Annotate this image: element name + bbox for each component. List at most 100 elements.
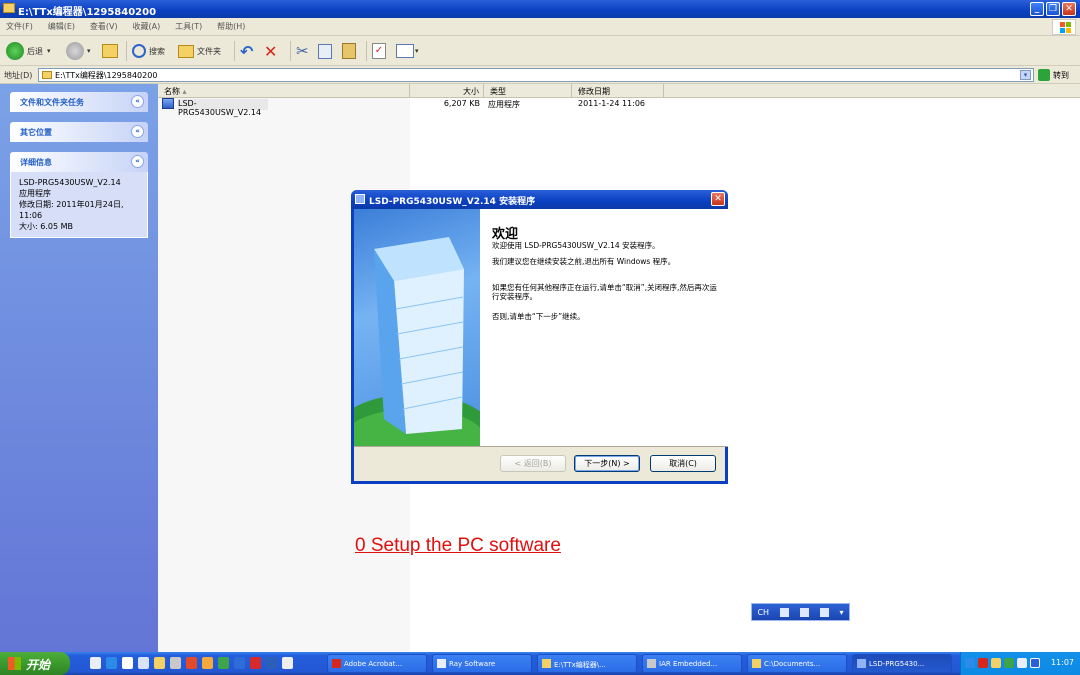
setup-caption-link[interactable]: 0 Setup the PC software — [355, 535, 561, 557]
language-label[interactable]: CH — [757, 608, 769, 617]
menu-view[interactable]: 查看(V) — [84, 18, 124, 32]
quicklaunch-icon[interactable] — [170, 657, 181, 669]
panel-details[interactable]: 详细信息 « LSD-PRG5430USW_V2.14 应用程序 修改日期: 2… — [10, 152, 148, 238]
panel-title: 文件和文件夹任务 — [20, 98, 84, 107]
folders-icon — [178, 44, 194, 58]
panel-header[interactable]: 文件和文件夹任务 « — [10, 92, 148, 112]
word-quicklaunch-icon[interactable] — [266, 657, 277, 669]
help-icon[interactable] — [819, 607, 829, 617]
details-time: 11:06 — [19, 211, 43, 220]
forward-button[interactable]: ▾ — [66, 41, 91, 61]
tray-icon[interactable] — [1017, 658, 1027, 668]
column-header-size[interactable]: 大小 — [410, 84, 484, 98]
cancel-instruction-text: 如果您有任何其他程序正在运行,请单击“取消”,关闭程序,然后再次运行安装程序。 — [492, 283, 717, 301]
back-button[interactable]: 后退 ▾ — [6, 41, 51, 61]
quicklaunch-icon[interactable] — [202, 657, 213, 669]
panel-title: 其它位置 — [20, 128, 52, 137]
menu-help[interactable]: 帮助(H) — [211, 18, 251, 32]
chevron-down-icon[interactable]: ▾ — [415, 47, 419, 55]
panel-other-places[interactable]: 其它位置 « — [10, 122, 148, 142]
go-button[interactable]: 转到 — [1038, 68, 1069, 82]
file-row-name[interactable]: LSD-PRG5430USW_V2.14 — [178, 99, 268, 117]
dialog-content: 欢迎 欢迎使用 LSD-PRG5430USW_V2.14 安装程序。 我们建议您… — [480, 209, 728, 446]
minimize-button[interactable]: _ — [1030, 2, 1044, 16]
tray-icon[interactable] — [978, 658, 988, 668]
tray-icon[interactable] — [1004, 658, 1014, 668]
desktop-quicklaunch-icon[interactable] — [90, 657, 101, 669]
quicklaunch-icon[interactable] — [122, 657, 133, 669]
acrobat-icon — [332, 659, 341, 668]
dialog-close-button[interactable]: ✕ — [711, 192, 725, 206]
quicklaunch-icon[interactable] — [282, 657, 293, 669]
up-folder-button[interactable] — [102, 41, 118, 61]
column-header-type[interactable]: 类型 — [484, 84, 572, 98]
folder-icon — [42, 71, 52, 79]
tray-icon[interactable] — [965, 658, 975, 668]
menu-edit[interactable]: 编辑(E) — [42, 18, 81, 32]
properties-icon[interactable]: ✓ — [372, 41, 386, 61]
clock[interactable]: 11:07 — [1051, 658, 1074, 667]
cut-icon[interactable]: ✂ — [296, 41, 309, 61]
paste-icon[interactable] — [342, 41, 356, 61]
task-iar[interactable]: IAR Embedded... — [642, 654, 742, 673]
undo-icon[interactable]: ↶ — [240, 41, 253, 61]
column-header-modified[interactable]: 修改日期 — [572, 84, 664, 98]
views-icon — [396, 44, 414, 58]
title-bar[interactable]: E:\TTx编程器\1295840200 _ ❐ ✕ — [0, 0, 1080, 18]
language-bar[interactable]: CH ▾ — [751, 603, 850, 621]
chevron-down-icon[interactable]: ▾ — [87, 47, 91, 55]
close-button[interactable]: ✕ — [1062, 2, 1076, 16]
column-header-name[interactable]: 名称 ▴ — [158, 84, 410, 98]
go-arrow-icon — [1038, 69, 1050, 81]
chevron-collapse-icon[interactable]: « — [131, 125, 144, 138]
menu-file[interactable]: 文件(F) — [0, 18, 39, 32]
task-acrobat[interactable]: Adobe Acrobat... — [327, 654, 427, 673]
copy-icon[interactable] — [318, 41, 332, 61]
pen-icon[interactable] — [799, 607, 809, 617]
task-ray-software[interactable]: Ray Software — [432, 654, 532, 673]
task-documents[interactable]: C:\Documents... — [747, 654, 847, 673]
chevron-collapse-icon[interactable]: « — [131, 155, 144, 168]
dialog-title-bar[interactable]: LSD-PRG5430USW_V2.14 安装程序 ✕ — [351, 190, 728, 209]
tray-icon[interactable] — [991, 658, 1001, 668]
menu-tools[interactable]: 工具(T) — [169, 18, 208, 32]
menu-favorites[interactable]: 收藏(A) — [126, 18, 166, 32]
views-button[interactable]: ▾ — [396, 41, 419, 61]
chevron-down-icon[interactable]: ▾ — [47, 47, 51, 55]
system-tray: 11:07 — [960, 652, 1080, 675]
keyboard-icon[interactable] — [779, 607, 789, 617]
panel-file-tasks[interactable]: 文件和文件夹任务 « — [10, 92, 148, 112]
installer-dialog: LSD-PRG5430USW_V2.14 安装程序 ✕ 欢迎 欢迎使用 LSD-… — [351, 190, 728, 484]
task-explorer[interactable]: E:\TTx编程器\... — [537, 654, 637, 673]
chevron-down-icon[interactable]: ▾ — [840, 608, 844, 617]
back-dialog-button[interactable]: < 返回(B) — [500, 455, 566, 472]
welcome-text: 欢迎使用 LSD-PRG5430USW_V2.14 安装程序。 — [492, 241, 660, 250]
start-button[interactable]: 开始 — [0, 652, 70, 675]
search-button[interactable]: 搜索 — [132, 41, 165, 61]
column-header-empty — [664, 84, 1080, 98]
cancel-button[interactable]: 取消(C) — [650, 455, 716, 472]
quicklaunch-icon[interactable] — [186, 657, 197, 669]
quicklaunch-icon[interactable] — [138, 657, 149, 669]
forward-arrow-icon — [66, 42, 84, 60]
address-input[interactable]: E:\TTx编程器\1295840200 ▾ — [38, 68, 1034, 82]
task-pane: 文件和文件夹任务 « 其它位置 « 详细信息 « LSD-PRG5430USW_… — [0, 84, 158, 652]
ie-quicklaunch-icon[interactable] — [106, 657, 117, 669]
quicklaunch-icon[interactable] — [234, 657, 245, 669]
address-value: E:\TTx编程器\1295840200 — [55, 71, 158, 80]
delete-icon[interactable]: ✕ — [264, 41, 277, 61]
next-button[interactable]: 下一步(N) > — [574, 455, 640, 472]
folders-button[interactable]: 文件夹 — [178, 41, 221, 61]
panel-header[interactable]: 其它位置 « — [10, 122, 148, 142]
quicklaunch-icon[interactable] — [250, 657, 261, 669]
quicklaunch-icon[interactable] — [218, 657, 229, 669]
tray-icon[interactable] — [1030, 658, 1040, 668]
panel-header[interactable]: 详细信息 « — [10, 152, 148, 172]
task-installer[interactable]: LSD-PRG5430... — [852, 654, 952, 673]
folder-quicklaunch-icon[interactable] — [154, 657, 165, 669]
windows-logo-icon — [1052, 19, 1076, 35]
maximize-button[interactable]: ❐ — [1046, 2, 1060, 16]
chevron-down-icon[interactable]: ▾ — [1020, 70, 1031, 80]
search-label: 搜索 — [149, 46, 165, 56]
chevron-collapse-icon[interactable]: « — [131, 95, 144, 108]
